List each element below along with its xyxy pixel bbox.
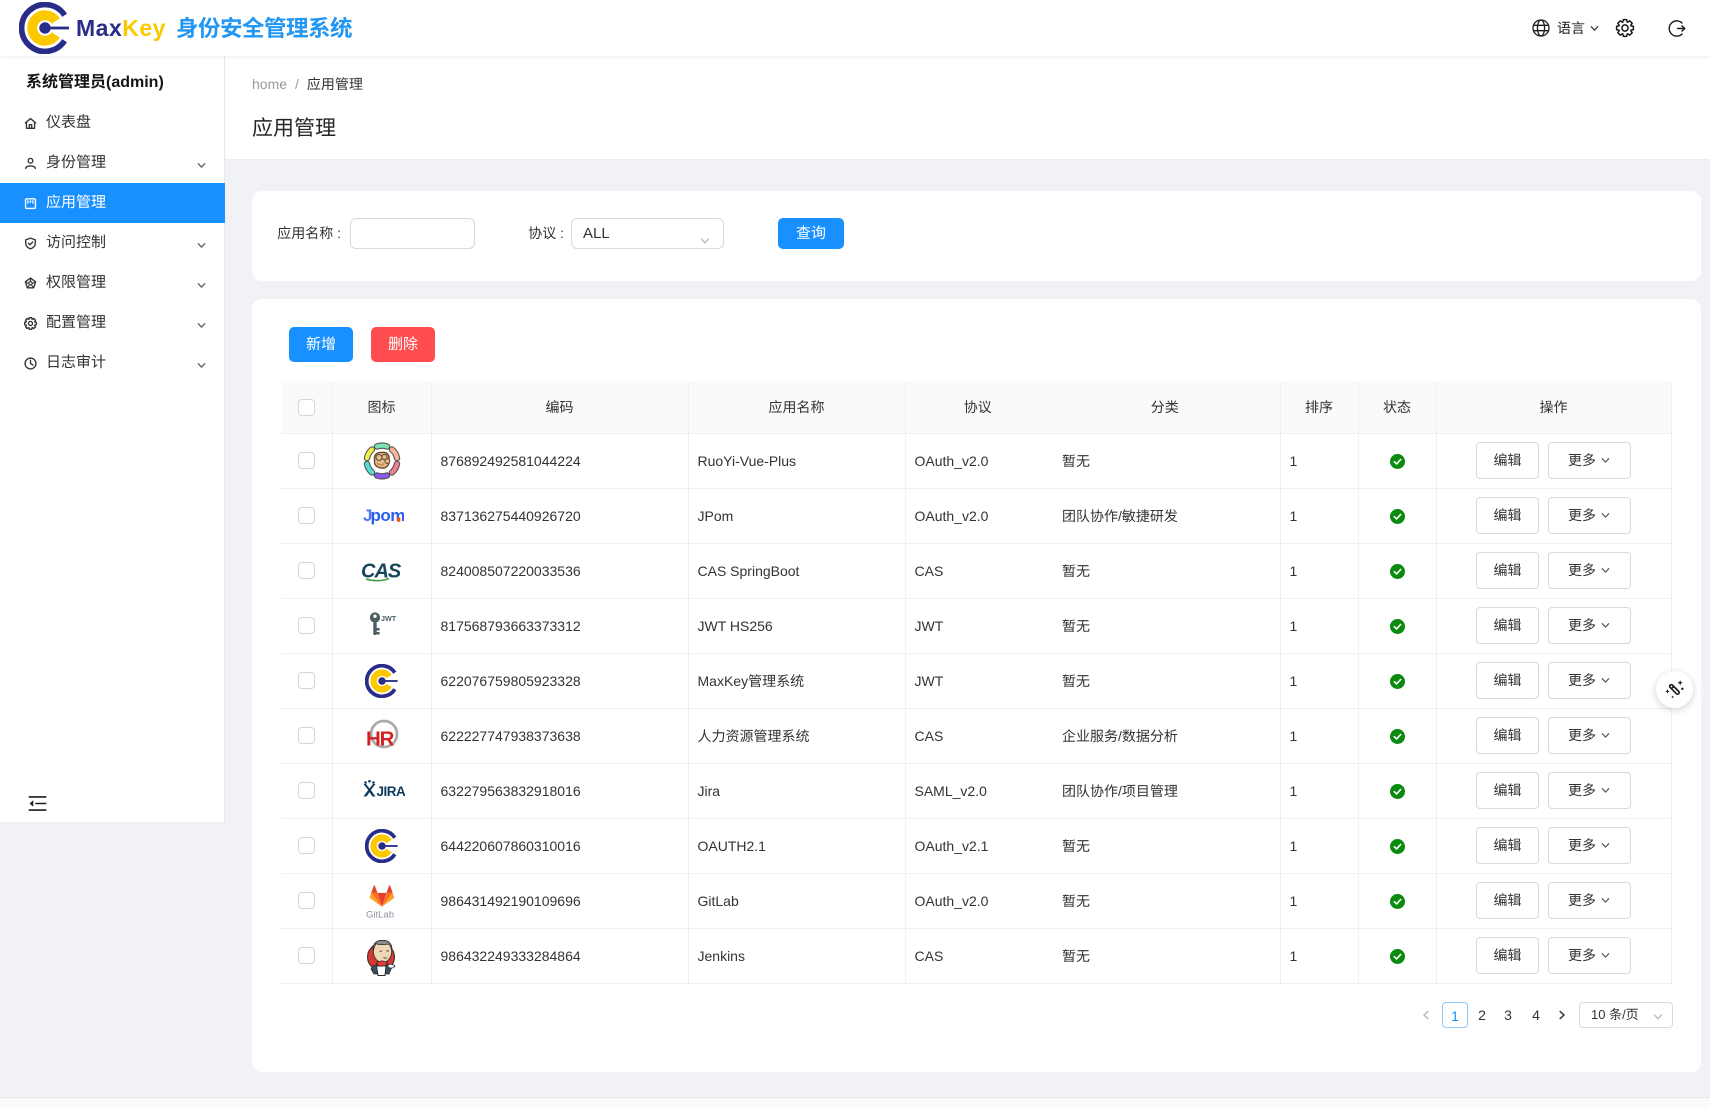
svg-text:HR: HR [366,727,395,750]
svg-text:JWT: JWT [381,614,397,623]
svg-text:GitLab: GitLab [366,909,394,920]
svg-text:pom: pom [370,506,404,525]
svg-text:JIRA: JIRA [376,784,405,799]
